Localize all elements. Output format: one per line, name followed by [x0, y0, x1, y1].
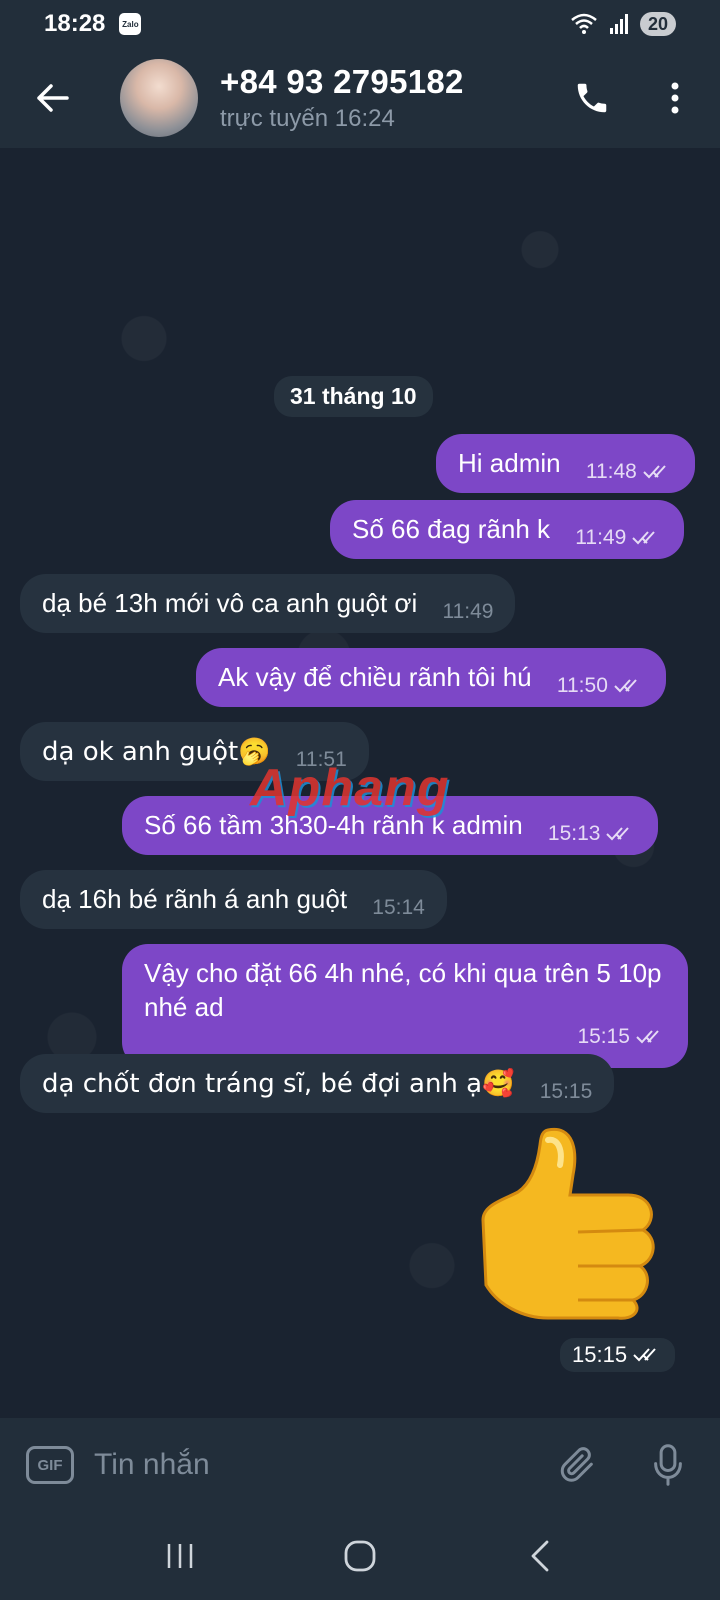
double-check-icon — [633, 1348, 656, 1362]
message-bubble-incoming[interactable]: dạ 16h bé rãnh á anh guột 15:14 — [20, 870, 447, 929]
message-time: 11:49 — [575, 526, 627, 549]
message-bubble-outgoing[interactable]: Số 66 đag rãnh k 11:49 — [330, 500, 685, 559]
sticker-meta: 15:15 — [560, 1338, 676, 1372]
message-time: 15:14 — [372, 896, 425, 919]
message-meta: 15:15 — [162, 1020, 666, 1054]
message-text: Hi admin — [458, 448, 561, 478]
message-bubble-incoming[interactable]: dạ chốt đơn tráng sĩ, bé đợi anh ạ🥰 15:1… — [20, 1054, 615, 1113]
microphone-icon — [654, 1444, 682, 1486]
home-button[interactable] — [330, 1526, 390, 1586]
contact-name: +84 93 2795182 — [220, 63, 464, 100]
message-meta: 15:14 — [372, 896, 425, 920]
date-separator: 31 tháng 10 — [274, 376, 433, 417]
watermark-logo: Aphang — [250, 759, 450, 817]
message-text: Vậy cho đặt 66 4h nhé, có khi qua trên 5… — [144, 958, 662, 1022]
contact-info[interactable]: +84 93 2795182 trực tuyến 16:24 — [220, 63, 464, 133]
call-button[interactable] — [562, 68, 622, 128]
message-time: 11:49 — [442, 600, 494, 623]
message-text: dạ ok anh guột🥱 — [42, 737, 271, 767]
message-meta: 15:13 — [548, 822, 637, 846]
chat-area[interactable]: 31 tháng 10 Hi admin 11:48 Số 66 đag rãn… — [0, 148, 720, 1418]
message-text: Ak vậy để chiều rãnh tôi hú — [218, 662, 532, 692]
phone-icon — [577, 83, 607, 113]
gif-button[interactable]: GIF — [26, 1446, 74, 1484]
attach-button[interactable] — [548, 1435, 608, 1495]
back-button[interactable] — [0, 48, 104, 148]
more-options-button[interactable] — [650, 68, 700, 128]
message-time: 15:15 — [539, 1080, 593, 1103]
message-meta: 11:49 — [575, 526, 662, 550]
status-bar: 18:28 Zalo 20 — [0, 0, 720, 48]
microphone-button[interactable] — [638, 1435, 698, 1495]
message-meta: 11:50 — [557, 674, 644, 698]
message-time: 11:48 — [585, 460, 637, 483]
message-text: dạ chốt đơn tráng sĩ, bé đợi anh ạ🥰 — [42, 1069, 515, 1099]
zalo-notification-icon: Zalo — [119, 13, 142, 35]
more-vertical-icon — [671, 82, 679, 114]
message-input-bar: GIF — [0, 1418, 720, 1512]
message-text: dạ 16h bé rãnh á anh guột — [42, 884, 348, 914]
double-check-icon — [632, 531, 656, 545]
recent-apps-button[interactable] — [150, 1526, 210, 1586]
message-time: 15:15 — [572, 1342, 628, 1367]
home-icon — [344, 1540, 376, 1572]
system-nav-bar — [0, 1512, 720, 1600]
system-back-button[interactable] — [510, 1526, 570, 1586]
wifi-icon — [571, 13, 597, 34]
double-check-icon — [606, 827, 630, 841]
contact-status: trực tuyến 16:24 — [220, 105, 395, 132]
thumbs-up-sticker-icon[interactable] — [478, 1120, 668, 1320]
signal-icon — [609, 14, 628, 34]
message-time: 15:13 — [547, 822, 601, 845]
message-bubble-outgoing[interactable]: Hi admin 11:48 — [436, 434, 695, 493]
header-actions — [562, 68, 720, 128]
message-time: 11:50 — [556, 674, 608, 697]
status-time: 18:28 — [44, 10, 106, 37]
chat-header: +84 93 2795182 trực tuyến 16:24 — [0, 48, 720, 148]
message-bubble-outgoing[interactable]: Ak vậy để chiều rãnh tôi hú 11:50 — [196, 648, 666, 707]
status-indicators: 20 — [570, 12, 676, 36]
battery-indicator: 20 — [639, 12, 676, 36]
message-time: 15:15 — [577, 1025, 630, 1048]
chevron-left-icon — [531, 1540, 549, 1572]
message-meta: 11:48 — [586, 460, 673, 484]
double-check-icon — [643, 465, 666, 479]
avatar[interactable] — [120, 59, 198, 137]
message-text: Số 66 đag rãnh k — [352, 514, 551, 544]
message-bubble-outgoing[interactable]: Vậy cho đặt 66 4h nhé, có khi qua trên 5… — [122, 944, 688, 1068]
message-meta: 15:15 — [540, 1080, 593, 1104]
paperclip-icon — [560, 1447, 593, 1482]
message-meta: 11:49 — [442, 600, 493, 624]
message-text: dạ bé 13h mới vô ca anh guột ơi — [42, 588, 418, 618]
message-input[interactable] — [94, 1448, 548, 1482]
message-bubble-incoming[interactable]: dạ bé 13h mới vô ca anh guột ơi 11:49 — [20, 574, 516, 633]
arrow-left-icon — [37, 84, 69, 112]
recent-apps-icon — [167, 1544, 193, 1568]
double-check-icon — [636, 1030, 659, 1044]
double-check-icon — [614, 679, 637, 693]
